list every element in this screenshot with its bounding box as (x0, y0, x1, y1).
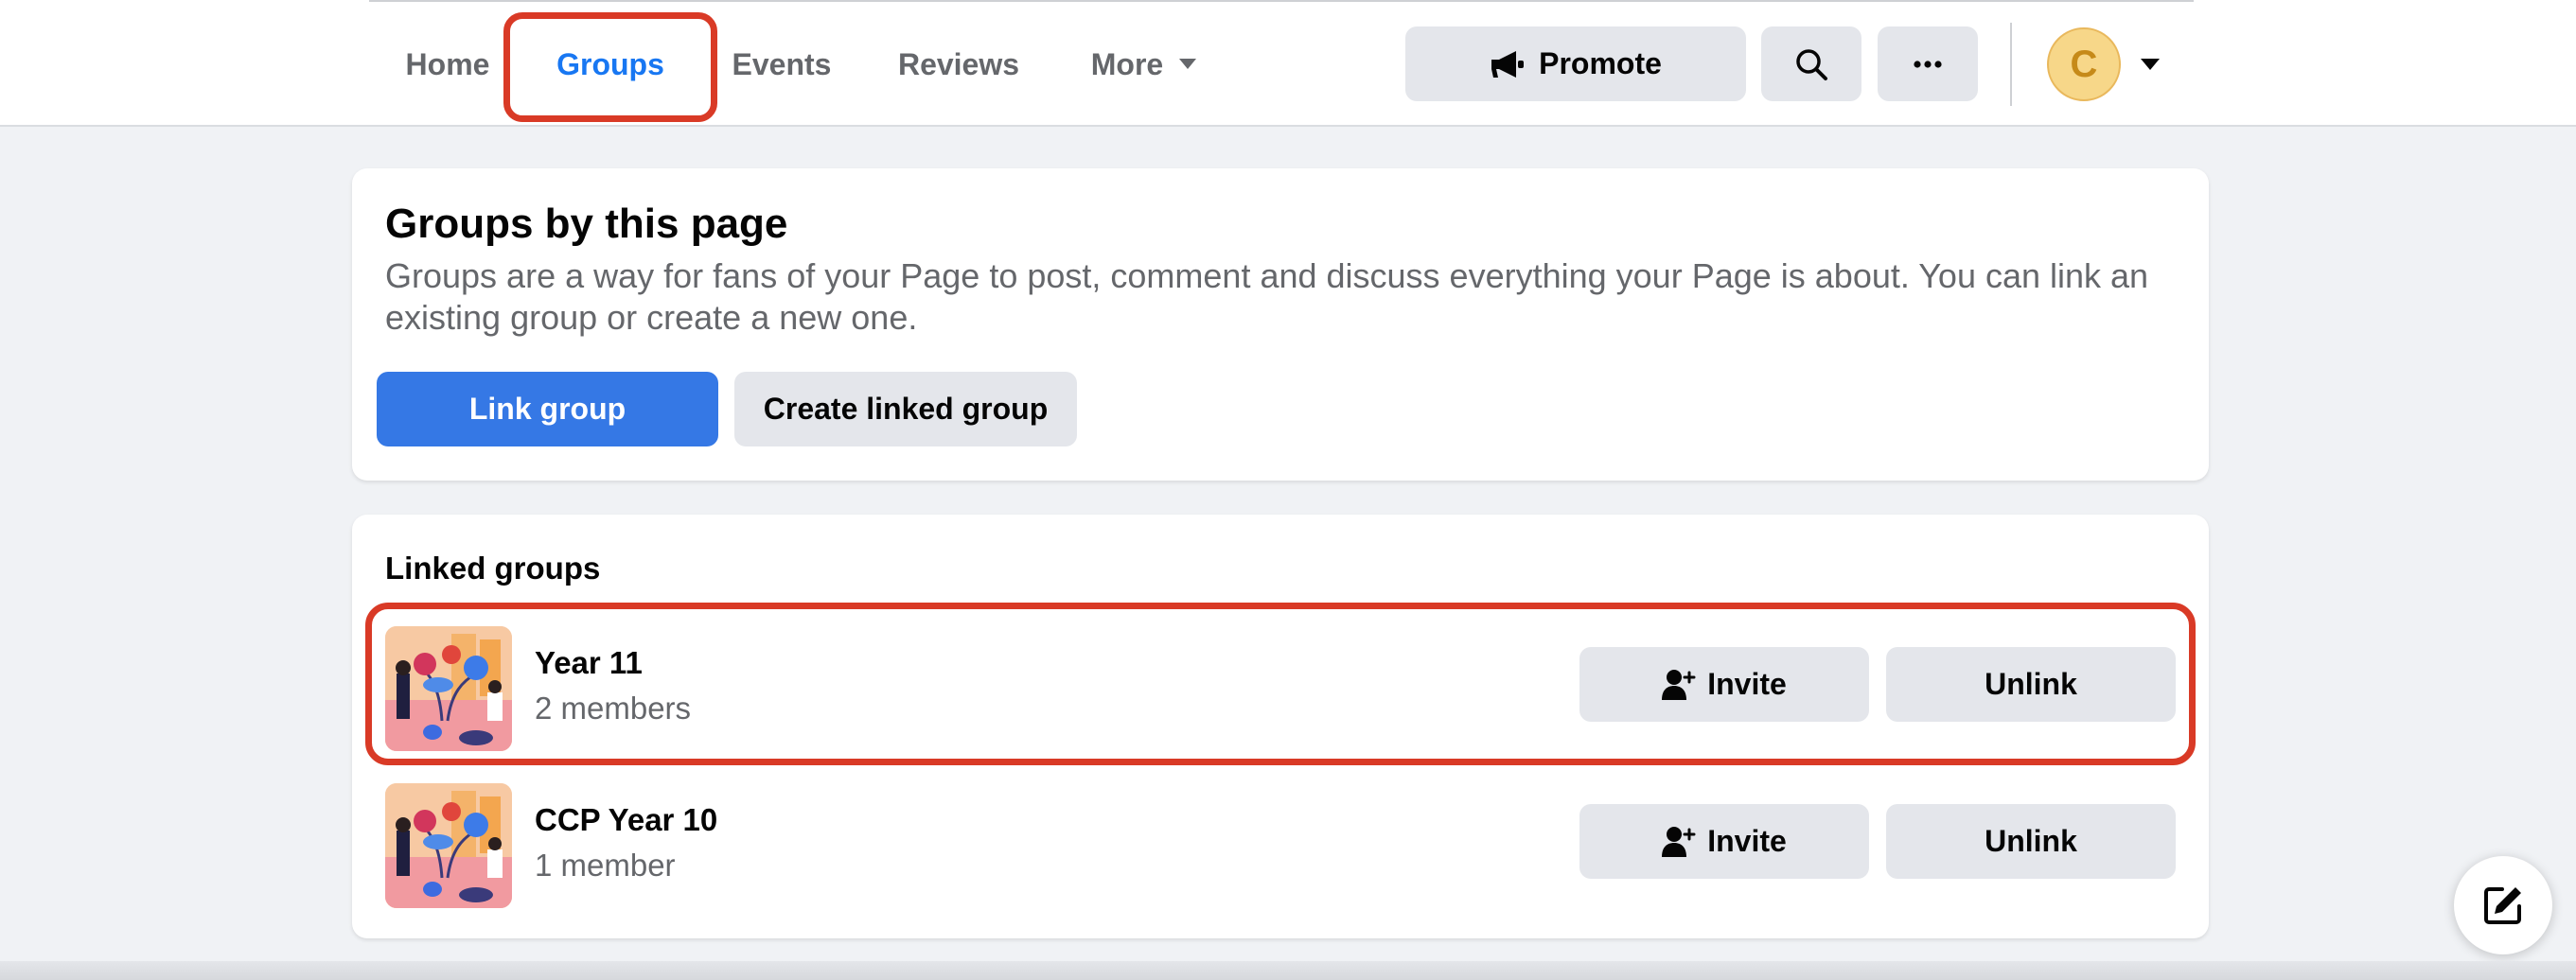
promote-button[interactable]: Promote (1405, 26, 1746, 101)
bottom-edge (0, 961, 2576, 980)
compose-button[interactable] (2454, 856, 2552, 954)
group-name[interactable]: CCP Year 10 (535, 802, 717, 838)
add-person-icon (1662, 826, 1696, 858)
groups-intro-card: Groups by this page Groups are a way for… (352, 168, 2209, 481)
more-options-button[interactable] (1878, 26, 1978, 101)
compose-icon (2481, 884, 2525, 927)
group-cover-image (385, 783, 512, 908)
groups-tab-highlight (503, 12, 717, 122)
megaphone-icon (1490, 49, 1526, 79)
search-button[interactable] (1761, 26, 1861, 101)
create-linked-group-button[interactable]: Create linked group (734, 372, 1077, 446)
page-title: Groups by this page (385, 201, 788, 247)
groups-description: Groups are a way for fans of your Page t… (385, 256, 2149, 337)
linked-groups-heading: Linked groups (385, 551, 601, 586)
link-group-button[interactable]: Link group (377, 372, 718, 446)
tab-more[interactable]: More (1083, 40, 1172, 89)
promote-label: Promote (1539, 46, 1662, 80)
nav-divider (2010, 23, 2012, 106)
ellipsis-icon (1913, 60, 1943, 69)
invite-button[interactable]: Invite (1579, 804, 1869, 879)
group-member-count: 1 member (535, 848, 676, 883)
list-item[interactable]: CCP Year 10 1 member Invite Unlink (352, 776, 2209, 908)
avatar[interactable]: C (2047, 27, 2121, 101)
tab-reviews[interactable]: Reviews (890, 40, 1028, 89)
year-11-row-highlight (365, 603, 2196, 765)
search-icon (1793, 46, 1829, 82)
tab-home[interactable]: Home (390, 40, 505, 89)
unlink-button[interactable]: Unlink (1886, 804, 2176, 879)
top-navigation: Home Groups Events Reviews More Promote (0, 0, 2576, 127)
more-caret-down-icon[interactable] (1179, 59, 1196, 69)
tab-events[interactable]: Events (727, 40, 837, 89)
invite-label: Invite (1707, 824, 1787, 858)
top-border (369, 0, 2194, 2)
caret-down-icon[interactable] (2141, 59, 2160, 70)
